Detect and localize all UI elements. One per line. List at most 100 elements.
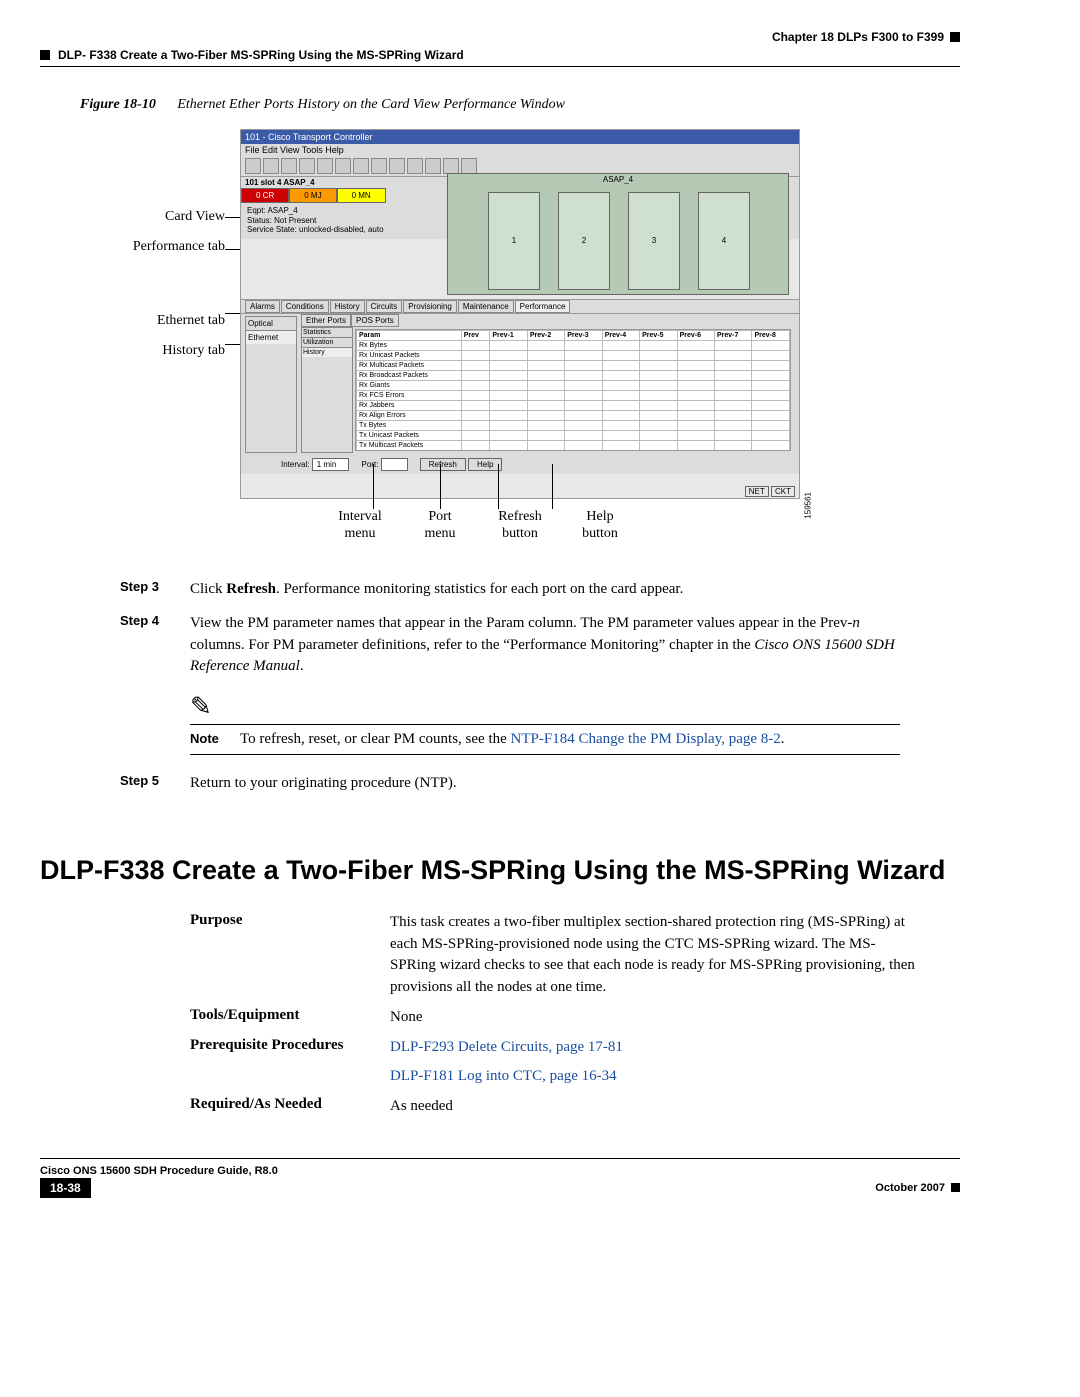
toolbar-button[interactable] — [443, 158, 459, 174]
toolbar-button[interactable] — [389, 158, 405, 174]
prereq-link-2[interactable]: DLP-F181 Log into CTC, page 16-34 — [390, 1068, 617, 1084]
figure-wrap: Card View Performance tab Ethernet tab H… — [80, 129, 920, 549]
breadcrumb-square-icon — [40, 50, 50, 60]
footer-square-icon — [951, 1183, 960, 1192]
right-subtabs: Ether PortsPOS Ports Statistics Utilizat… — [301, 316, 795, 453]
footer-date: October 2007 — [875, 1182, 945, 1194]
grid-row: Rx Bytes — [357, 341, 462, 351]
grid-row: Tx Broadcast Packets — [357, 451, 462, 452]
prereq-link-1[interactable]: DLP-F293 Delete Circuits, page 17-81 — [390, 1039, 623, 1055]
tools-label: Tools/Equipment — [190, 1007, 390, 1024]
callout-ethernet-tab: Ethernet tab — [80, 313, 225, 329]
shelf-slot[interactable]: 3 — [628, 192, 680, 290]
window-titlebar: 101 - Cisco Transport Controller — [241, 130, 799, 144]
tab-circuits[interactable]: Circuits — [366, 300, 403, 313]
grid-row: Rx Broadcast Packets — [357, 371, 462, 381]
step-label: Step 4 — [120, 613, 190, 678]
tab-utilization[interactable]: Utilization — [302, 338, 352, 348]
footer-guide: Cisco ONS 15600 SDH Procedure Guide, R8.… — [40, 1165, 960, 1177]
callouts-bottom: Intervalmenu Portmenu Refreshbutton Help… — [330, 509, 630, 543]
status-ckt: CKT — [771, 486, 795, 497]
col-prev1: Prev-1 — [490, 331, 527, 341]
grid-row: Rx Giants — [357, 381, 462, 391]
toolbar-button[interactable] — [317, 158, 333, 174]
col-prev5: Prev-5 — [640, 331, 677, 341]
toolbar-button[interactable] — [425, 158, 441, 174]
prereq-value-2: DLP-F181 Log into CTC, page 16-34 — [390, 1066, 920, 1088]
step-5: Step 5 Return to your originating proced… — [120, 773, 900, 795]
pm-grid[interactable]: Param Prev Prev-1 Prev-2 Prev-3 Prev-4 P… — [355, 329, 791, 451]
tab-statistics[interactable]: Statistics — [302, 328, 352, 338]
note-body: To refresh, reset, or clear PM counts, s… — [240, 731, 900, 748]
screenshot-window: 101 - Cisco Transport Controller File Ed… — [240, 129, 800, 499]
purpose-value: This task creates a two-fiber multiplex … — [390, 912, 920, 999]
grid-row: Rx Multicast Packets — [357, 361, 462, 371]
shelf-slot[interactable]: 4 — [698, 192, 750, 290]
leader-line — [552, 464, 553, 509]
leader-line — [440, 464, 441, 509]
note-block: ✎ Note To refresh, reset, or clear PM co… — [190, 692, 900, 755]
toolbar-button[interactable] — [245, 158, 261, 174]
toolbar-button[interactable] — [353, 158, 369, 174]
required-label: Required/As Needed — [190, 1096, 390, 1113]
grid-row: Rx Align Errors — [357, 411, 462, 421]
shelf-slot[interactable]: 1 — [488, 192, 540, 290]
status-net: NET — [745, 486, 769, 497]
main-tabs: AlarmsConditionsHistoryCircuitsProvision… — [241, 299, 799, 314]
prereq-label: Prerequisite Procedures — [190, 1037, 390, 1054]
toolbar-button[interactable] — [335, 158, 351, 174]
callout-help-button: Helpbutton — [570, 509, 630, 543]
breadcrumb-text: DLP- F338 Create a Two-Fiber MS-SPRing U… — [58, 48, 464, 62]
refresh-button[interactable]: Refresh — [420, 458, 466, 471]
grid-row: Rx Jabbers — [357, 401, 462, 411]
page-number-badge: 18-38 — [40, 1178, 91, 1198]
callout-card-view: Card View — [80, 209, 225, 225]
callout-history-tab: History tab — [80, 343, 225, 359]
footer-left: 18-38 — [40, 1181, 101, 1195]
shelf-slot[interactable]: 2 — [558, 192, 610, 290]
tab-alarms[interactable]: Alarms — [245, 300, 280, 313]
tab-history-side[interactable]: History — [302, 348, 352, 357]
tab-pos-ports[interactable]: POS Ports — [351, 314, 399, 327]
step-label: Step 5 — [120, 773, 190, 795]
toolbar-button[interactable] — [407, 158, 423, 174]
tab-conditions[interactable]: Conditions — [281, 300, 329, 313]
tab-history[interactable]: History — [330, 300, 365, 313]
shelf-label: ASAP_4 — [448, 174, 788, 186]
figure-id-number: 159561 — [804, 492, 813, 519]
col-prev4: Prev-4 — [602, 331, 639, 341]
port-label: Port: — [362, 460, 379, 469]
tab-ether-ports[interactable]: Ether Ports — [301, 314, 351, 327]
step-body: Return to your originating procedure (NT… — [190, 773, 900, 795]
note-link[interactable]: NTP-F184 Change the PM Display, page 8-2 — [511, 731, 781, 747]
step-body: Click Refresh. Performance monitoring st… — [190, 579, 900, 601]
port-dropdown[interactable] — [381, 458, 408, 471]
toolbar-button[interactable] — [263, 158, 279, 174]
window-menubar[interactable]: File Edit View Tools Help — [241, 144, 799, 156]
tab-provisioning[interactable]: Provisioning — [403, 300, 457, 313]
tab-maintenance[interactable]: Maintenance — [458, 300, 514, 313]
leader-line — [498, 464, 499, 509]
interval-dropdown[interactable]: 1 min — [312, 458, 350, 471]
tab-optical[interactable]: Optical — [246, 317, 296, 331]
callout-port-menu: Portmenu — [410, 509, 470, 543]
page-footer: Cisco ONS 15600 SDH Procedure Guide, R8.… — [40, 1158, 960, 1195]
callout-refresh-button: Refreshbutton — [490, 509, 550, 543]
alarm-cr: 0 CR — [241, 188, 289, 203]
grid-row: Rx FCS Errors — [357, 391, 462, 401]
toolbar-button[interactable] — [299, 158, 315, 174]
tab-performance[interactable]: Performance — [515, 300, 571, 313]
grid-row: Tx Unicast Packets — [357, 431, 462, 441]
shelf-graphic: ASAP_4 1 2 3 4 — [447, 173, 789, 295]
note-label: Note — [190, 731, 240, 748]
figure-caption: Figure 18-10 Ethernet Ether Ports Histor… — [80, 97, 960, 113]
callout-performance-tab: Performance tab — [80, 239, 225, 255]
step-label: Step 3 — [120, 579, 190, 601]
toolbar-button[interactable] — [371, 158, 387, 174]
tab-ethernet[interactable]: Ethernet — [246, 331, 296, 344]
toolbar-button[interactable] — [281, 158, 297, 174]
toolbar-button[interactable] — [461, 158, 477, 174]
note-pencil-icon: ✎ — [190, 692, 900, 722]
section-title: DLP-F338 Create a Two-Fiber MS-SPRing Us… — [40, 855, 960, 886]
grid-row: Tx Bytes — [357, 421, 462, 431]
